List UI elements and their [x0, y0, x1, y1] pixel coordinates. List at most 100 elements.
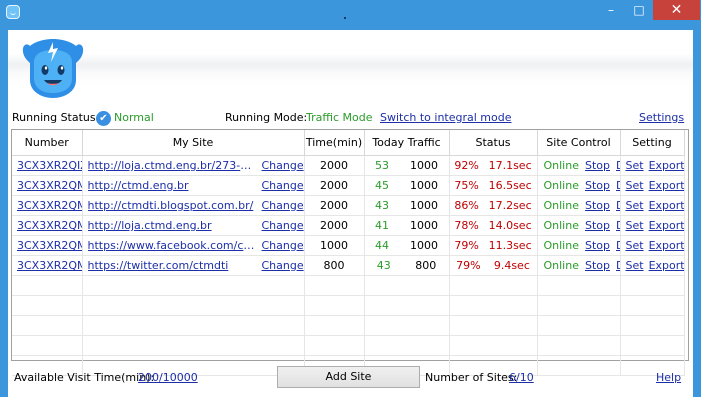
traffic-count: 53 [375, 159, 389, 172]
time-cell: 1000 [304, 235, 365, 256]
table-row[interactable]: 3CX3XR2QIZ http://loja.ctmd.eng.br/273-di… [12, 155, 685, 176]
empty-row [12, 275, 685, 296]
change-link[interactable]: Change [262, 259, 304, 272]
site-url-link[interactable]: https://www.facebook.com/ctmdti [88, 239, 258, 252]
export-link[interactable]: Export [649, 159, 683, 172]
export-link[interactable]: Export [649, 259, 683, 272]
site-number-link[interactable]: 3CX3XR2QM8 [17, 219, 81, 232]
status-seconds: 17.2sec [488, 199, 532, 212]
table-row[interactable]: 3CX3XR2QM7 http://ctmdti.blogspot.com.br/… [12, 195, 685, 216]
delete-link[interactable]: Del [616, 199, 619, 212]
col-header-today-traffic[interactable]: Today Traffic [364, 130, 450, 156]
set-link[interactable]: Set [626, 259, 644, 272]
site-url-link[interactable]: http://ctmd.eng.br [88, 179, 258, 192]
table-row[interactable]: 3CX3XR2QM6 http://ctmd.eng.br Change2000 45… [12, 175, 685, 196]
change-link[interactable]: Change [262, 239, 304, 252]
switch-mode-link[interactable]: Switch to integral mode [380, 110, 512, 126]
export-link[interactable]: Export [649, 219, 683, 232]
check-icon: ✔ [96, 111, 111, 126]
table-row[interactable]: 3CX3XR2QM8 http://loja.ctmd.eng.br Change2… [12, 215, 685, 236]
status-seconds: 9.4sec [493, 259, 530, 272]
visit-time-label: Available Visit Time(min): [14, 371, 155, 384]
delete-link[interactable]: Del [616, 179, 619, 192]
site-url-link[interactable]: http://loja.ctmd.eng.br/273-dia-... [88, 159, 258, 172]
help-link[interactable]: Help [656, 370, 681, 386]
export-link[interactable]: Export [649, 179, 683, 192]
stop-link[interactable]: Stop [585, 239, 610, 252]
traffic-limit: 1000 [410, 199, 438, 212]
visit-time-value[interactable]: 200/10000 [138, 370, 198, 386]
title-bar[interactable]: – □ ✕ [0, 0, 701, 26]
time-cell: 2000 [304, 215, 365, 236]
main-panel: Running Status: ✔ Normal Running Mode: T… [8, 30, 693, 397]
export-link[interactable]: Export [649, 239, 683, 252]
change-link[interactable]: Change [262, 199, 304, 212]
col-header-site-control[interactable]: Site Control [537, 130, 621, 156]
delete-link[interactable]: Del [616, 259, 619, 272]
status-seconds: 14.0sec [488, 219, 532, 232]
traffic-count: 44 [375, 239, 389, 252]
num-sites-value[interactable]: 6/10 [509, 370, 534, 386]
minimize-button[interactable]: – [598, 0, 624, 20]
status-seconds: 16.5sec [488, 179, 532, 192]
online-status: Online [543, 239, 579, 252]
site-number-link[interactable]: 3CX3XR2QM9 [17, 239, 81, 252]
traffic-limit: 800 [415, 259, 437, 272]
stop-link[interactable]: Stop [585, 259, 610, 272]
online-status: Online [543, 159, 579, 172]
stop-link[interactable]: Stop [585, 199, 610, 212]
table-header: Number My Site Time(min) Today Traffic S… [12, 130, 685, 156]
delete-link[interactable]: Del [616, 159, 619, 172]
close-button[interactable]: ✕ [653, 0, 700, 20]
stop-link[interactable]: Stop [585, 159, 610, 172]
status-percent: 86% [454, 199, 479, 212]
traffic-limit: 1000 [410, 219, 438, 232]
traffic-count: 41 [375, 219, 389, 232]
online-status: Online [543, 179, 579, 192]
running-mode-label: Running Mode: [225, 111, 308, 124]
time-cell: 2000 [304, 155, 365, 176]
title-dot [344, 17, 346, 19]
delete-link[interactable]: Del [616, 239, 619, 252]
set-link[interactable]: Set [626, 159, 644, 172]
change-link[interactable]: Change [262, 159, 304, 172]
stop-link[interactable]: Stop [585, 219, 610, 232]
set-link[interactable]: Set [626, 219, 644, 232]
empty-row [12, 315, 685, 336]
site-url-link[interactable]: https://twitter.com/ctmdti [88, 259, 258, 272]
delete-link[interactable]: Del [616, 219, 619, 232]
export-link[interactable]: Export [649, 199, 683, 212]
status-percent: 75% [454, 179, 479, 192]
stop-link[interactable]: Stop [585, 179, 610, 192]
traffic-limit: 1000 [410, 159, 438, 172]
traffic-count: 43 [376, 259, 391, 272]
app-logo-icon [6, 5, 20, 19]
site-number-link[interactable]: 3CX3XR2QIZ [17, 159, 81, 172]
site-url-link[interactable]: http://ctmdti.blogspot.com.br/ [88, 199, 258, 212]
change-link[interactable]: Change [262, 179, 304, 192]
running-status-value: Normal [114, 111, 154, 124]
table-row[interactable]: 3CX3XR2QM9 https://www.facebook.com/ctmdt… [12, 235, 685, 256]
site-number-link[interactable]: 3CX3XR2QM7 [17, 199, 81, 212]
change-link[interactable]: Change [262, 219, 304, 232]
table-row[interactable]: 3CX3XR2QMA https://twitter.com/ctmdti Chan… [12, 255, 685, 276]
set-link[interactable]: Set [626, 239, 644, 252]
set-link[interactable]: Set [626, 179, 644, 192]
settings-link[interactable]: Settings [639, 110, 684, 126]
col-header-my-site[interactable]: My Site [82, 130, 305, 156]
col-header-time[interactable]: Time(min) [304, 130, 365, 156]
col-header-number[interactable]: Number [12, 130, 83, 156]
status-percent: 79% [454, 239, 479, 252]
site-url-link[interactable]: http://loja.ctmd.eng.br [88, 219, 258, 232]
status-percent: 92% [454, 159, 479, 172]
col-header-status[interactable]: Status [449, 130, 538, 156]
traffic-limit: 1000 [410, 179, 438, 192]
site-number-link[interactable]: 3CX3XR2QMA [17, 259, 81, 272]
running-status-label: Running Status: [12, 111, 100, 124]
col-header-setting[interactable]: Setting [620, 130, 685, 156]
site-number-link[interactable]: 3CX3XR2QM6 [17, 179, 81, 192]
set-link[interactable]: Set [626, 199, 644, 212]
add-site-button[interactable]: Add Site [277, 366, 420, 388]
traffic-count: 45 [375, 179, 389, 192]
maximize-button[interactable]: □ [626, 0, 652, 20]
